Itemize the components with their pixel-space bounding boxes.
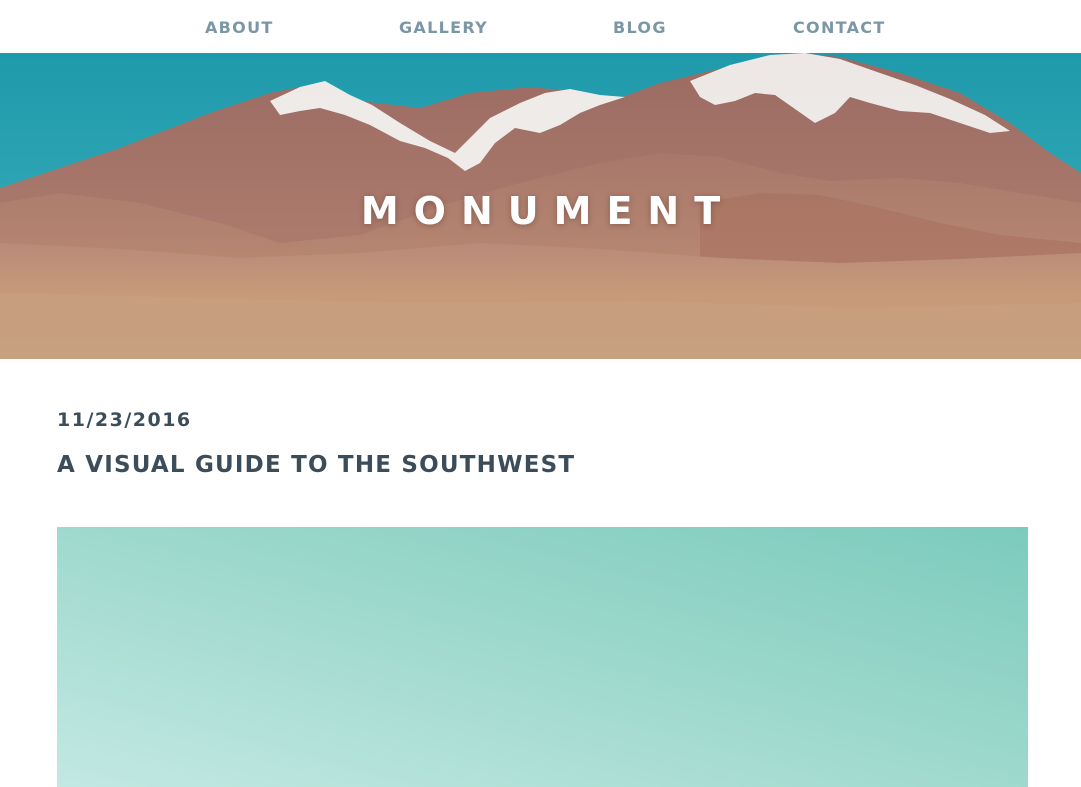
post-title[interactable]: A VISUAL GUIDE TO THE SOUTHWEST [57, 452, 575, 478]
nav-link-contact[interactable]: CONTACT [793, 18, 886, 37]
nav-link-about[interactable]: ABOUT [205, 18, 274, 37]
post-featured-image[interactable] [57, 527, 1028, 787]
site-title: MONUMENT [360, 189, 736, 233]
nav-link-gallery[interactable]: GALLERY [399, 18, 488, 37]
top-navigation: ABOUT GALLERY BLOG CONTACT [0, 0, 1081, 53]
hero-banner: MONUMENT [0, 53, 1081, 359]
post-image-sky [57, 527, 1028, 787]
post-date: 11/23/2016 [57, 409, 192, 431]
nav-link-blog[interactable]: BLOG [613, 18, 667, 37]
